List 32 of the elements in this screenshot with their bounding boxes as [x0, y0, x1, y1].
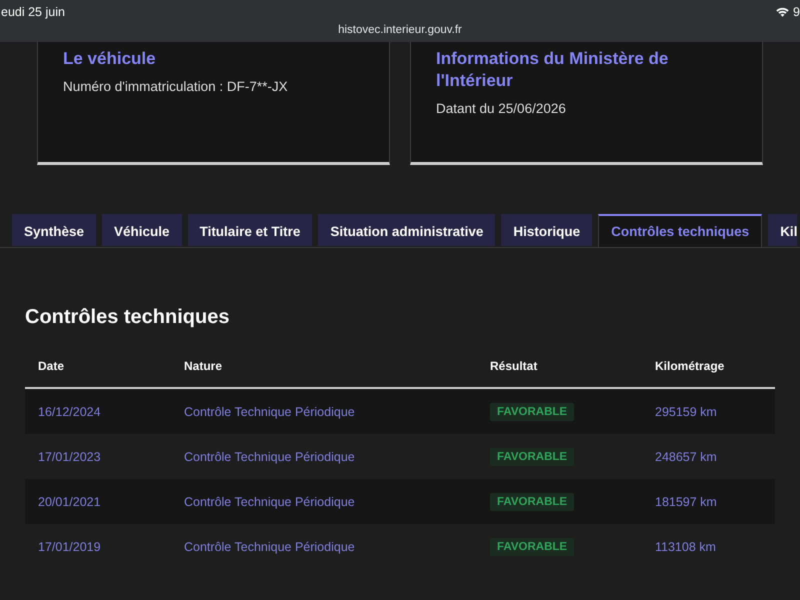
tab[interactable]: Situation administrative: [318, 214, 496, 246]
nature-cell: Contrôle Technique Périodique: [171, 434, 477, 479]
tab[interactable]: Véhicule: [102, 214, 182, 246]
tab[interactable]: Kil: [768, 214, 798, 246]
battery-text: 9: [793, 5, 800, 19]
tab[interactable]: Synthèse: [12, 214, 96, 246]
tab[interactable]: Contrôles techniques: [598, 214, 762, 247]
date-cell: 17/01/2023: [25, 434, 171, 479]
url-text[interactable]: histovec.interieur.gouv.fr: [338, 24, 462, 36]
card-text: Numéro d'immatriculation : DF-7**-JX: [63, 78, 289, 96]
date-cell: 17/01/2019: [25, 524, 171, 569]
result-badge: FAVORABLE: [490, 492, 574, 510]
date-cell: 16/12/2024: [25, 388, 171, 434]
tab[interactable]: Historique: [501, 214, 592, 246]
result-badge: FAVORABLE: [490, 538, 574, 556]
result-badge: FAVORABLE: [490, 402, 574, 420]
nature-cell: Contrôle Technique Périodique: [171, 479, 477, 524]
card-text: Datant du 25/06/2026: [436, 100, 567, 118]
mileage-cell: 181597 km: [642, 479, 775, 524]
mileage-cell: 248657 km: [642, 434, 775, 479]
card-title: Informations du Ministère de l'Intérieur: [436, 48, 670, 92]
date-cell: 20/01/2021: [25, 479, 171, 524]
mileage-cell: 113108 km: [642, 524, 775, 569]
tab[interactable]: Titulaire et Titre: [188, 214, 312, 246]
nature-cell: Contrôle Technique Périodique: [171, 388, 477, 434]
card-title: Le véhicule: [63, 48, 157, 70]
section-title: Contrôles techniques: [25, 305, 230, 329]
status-date: eudi 25 juin: [1, 5, 65, 19]
nature-cell: Contrôle Technique Périodique: [171, 524, 477, 569]
result-badge: FAVORABLE: [490, 448, 574, 466]
mileage-cell: 295159 km: [642, 388, 775, 434]
wifi-icon: [776, 7, 790, 17]
